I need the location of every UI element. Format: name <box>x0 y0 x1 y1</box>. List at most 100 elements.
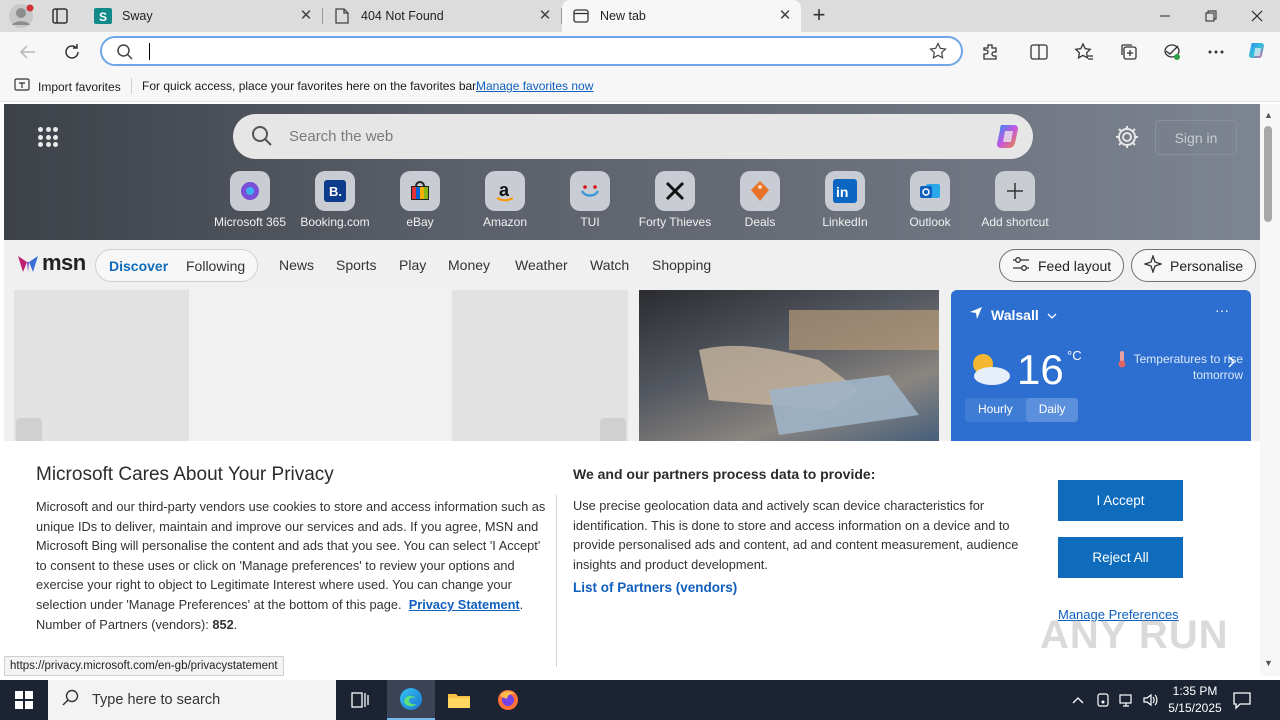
shortcut-forty-thieves[interactable]: Forty Thieves <box>633 171 717 229</box>
shortcut-tui[interactable]: TUI <box>548 171 632 229</box>
app-launcher-icon[interactable] <box>38 127 58 147</box>
scroll-down-arrow-icon[interactable]: ▼ <box>1264 658 1273 668</box>
system-clock[interactable]: 1:35 PM 5/15/2025 <box>1162 683 1228 717</box>
feed-layout-button[interactable]: Feed layout <box>999 249 1125 282</box>
nav-news[interactable]: News <box>279 257 314 273</box>
extensions-icon[interactable] <box>979 40 1003 64</box>
taskbar-search-box[interactable]: Type here to search <box>48 680 336 720</box>
tab-new-tab[interactable]: New tab ✕ <box>562 0 801 32</box>
back-arrow-icon[interactable] <box>15 39 41 65</box>
weather-card[interactable]: Walsall ··· 16 °C Temperatures to rise t… <box>951 290 1251 450</box>
close-tab-icon[interactable]: ✕ <box>298 8 314 24</box>
favorites-bar: Import favorites For quick access, place… <box>0 70 1280 102</box>
privacy-statement-link[interactable]: Privacy Statement <box>409 597 520 612</box>
vertical-scrollbar[interactable]: ▲ ▼ <box>1260 104 1280 676</box>
tab-404[interactable]: 404 Not Found ✕ <box>323 0 562 32</box>
browser-essentials-icon[interactable] <box>1160 40 1184 64</box>
file-explorer-icon[interactable] <box>435 680 483 720</box>
shortcut-label: eBay <box>406 215 434 229</box>
firefox-icon[interactable] <box>484 680 532 720</box>
svg-text:a: a <box>499 180 510 200</box>
more-options-icon[interactable] <box>1204 40 1228 64</box>
msn-logo[interactable]: msn <box>16 250 86 276</box>
task-view-icon[interactable] <box>336 680 384 720</box>
refresh-icon[interactable] <box>59 39 85 65</box>
reject-all-button[interactable]: Reject All <box>1058 537 1183 578</box>
tab-discover[interactable]: Discover <box>109 258 168 274</box>
sign-in-button[interactable]: Sign in <box>1155 120 1237 155</box>
shortcut-amazon[interactable]: a Amazon <box>463 171 547 229</box>
network-icon[interactable] <box>1117 692 1135 708</box>
tab-following[interactable]: Following <box>186 258 245 274</box>
collections-icon[interactable] <box>1117 40 1141 64</box>
scrollbar-thumb[interactable] <box>1264 126 1272 222</box>
favorite-star-icon[interactable] <box>929 42 947 63</box>
svg-text:in: in <box>836 184 848 200</box>
shortcut-outlook[interactable]: Outlook <box>888 171 972 229</box>
privacy-body: Microsoft and our third-party vendors us… <box>36 499 546 632</box>
amazon-icon: a <box>485 171 525 211</box>
tui-icon <box>570 171 610 211</box>
shortcut-deals[interactable]: Deals <box>718 171 802 229</box>
title-bar: S Sway ✕ 404 Not Found ✕ New tab ✕ + <box>0 0 1280 32</box>
partners-count: 852 <box>212 616 234 632</box>
purposes-text: Use precise geolocation data and activel… <box>573 498 1019 572</box>
tab-actions-icon[interactable] <box>48 6 72 26</box>
weather-location[interactable]: Walsall <box>969 306 1057 323</box>
list-of-partners-link[interactable]: List of Partners (vendors) <box>573 580 737 595</box>
clock-time: 1:35 PM <box>1172 684 1218 698</box>
toggle-daily[interactable]: Daily <box>1025 398 1079 422</box>
nav-sports[interactable]: Sports <box>336 257 376 273</box>
minimize-icon[interactable] <box>1142 0 1188 32</box>
profile-avatar-icon[interactable] <box>8 3 34 29</box>
import-icon <box>14 78 30 95</box>
address-bar[interactable] <box>100 36 963 66</box>
shortcut-linkedin[interactable]: in LinkedIn <box>803 171 887 229</box>
split-screen-icon[interactable] <box>1027 40 1051 64</box>
chevron-right-icon[interactable] <box>1227 356 1235 371</box>
toggle-hourly[interactable]: Hourly <box>965 398 1026 422</box>
copilot-icon[interactable] <box>1245 40 1271 64</box>
new-tab-plus-icon[interactable]: + <box>806 3 832 29</box>
copilot-icon[interactable] <box>993 122 1025 152</box>
restore-icon[interactable] <box>1188 0 1234 32</box>
import-favorites-button[interactable]: Import favorites <box>14 78 121 95</box>
edge-taskbar-icon[interactable] <box>387 680 435 720</box>
add-shortcut-button[interactable]: Add shortcut <box>973 171 1057 229</box>
personalise-button[interactable]: Personalise <box>1131 249 1257 282</box>
nav-watch[interactable]: Watch <box>590 257 629 273</box>
shortcut-label: Outlook <box>909 215 951 229</box>
device-icon[interactable] <box>1094 692 1112 708</box>
forecast-toggle: Hourly Daily <box>965 398 1079 422</box>
windows-taskbar: Type here to search 1:35 PM 5/15/2025 <box>0 680 1280 720</box>
hero-background: Search the web Sign in Microsoft 365 B. … <box>4 104 1260 240</box>
shortcut-ebay[interactable]: eBay <box>378 171 462 229</box>
close-tab-icon[interactable]: ✕ <box>777 8 793 24</box>
taskbar-search-placeholder: Type here to search <box>92 692 221 708</box>
windows-start-icon[interactable] <box>0 680 48 720</box>
volume-icon[interactable] <box>1141 692 1159 708</box>
nav-weather[interactable]: Weather <box>515 257 568 273</box>
favorites-icon[interactable] <box>1072 40 1096 64</box>
tab-sway[interactable]: S Sway ✕ <box>84 0 323 32</box>
manage-favorites-link[interactable]: Manage favorites now <box>476 79 593 93</box>
news-carousel-card[interactable] <box>14 290 628 450</box>
accept-button[interactable]: I Accept <box>1058 480 1183 521</box>
nav-play[interactable]: Play <box>399 257 426 273</box>
settings-gear-icon[interactable] <box>1114 124 1140 153</box>
nav-money[interactable]: Money <box>448 257 490 273</box>
web-search-box[interactable]: Search the web <box>233 114 1033 159</box>
shortcut-booking[interactable]: B. Booking.com <box>293 171 377 229</box>
plus-icon <box>995 171 1035 211</box>
news-photo-card[interactable] <box>639 290 939 450</box>
notifications-icon[interactable] <box>1232 690 1252 713</box>
svg-text:B.: B. <box>329 184 342 199</box>
more-options-icon[interactable]: ··· <box>1215 302 1229 318</box>
show-hidden-icons-chevron-icon[interactable] <box>1070 692 1086 708</box>
close-window-icon[interactable] <box>1234 0 1280 32</box>
deals-icon <box>740 171 780 211</box>
nav-shopping[interactable]: Shopping <box>652 257 711 273</box>
close-tab-icon[interactable]: ✕ <box>537 8 553 24</box>
scroll-up-arrow-icon[interactable]: ▲ <box>1264 110 1273 120</box>
shortcut-microsoft-365[interactable]: Microsoft 365 <box>208 171 292 229</box>
